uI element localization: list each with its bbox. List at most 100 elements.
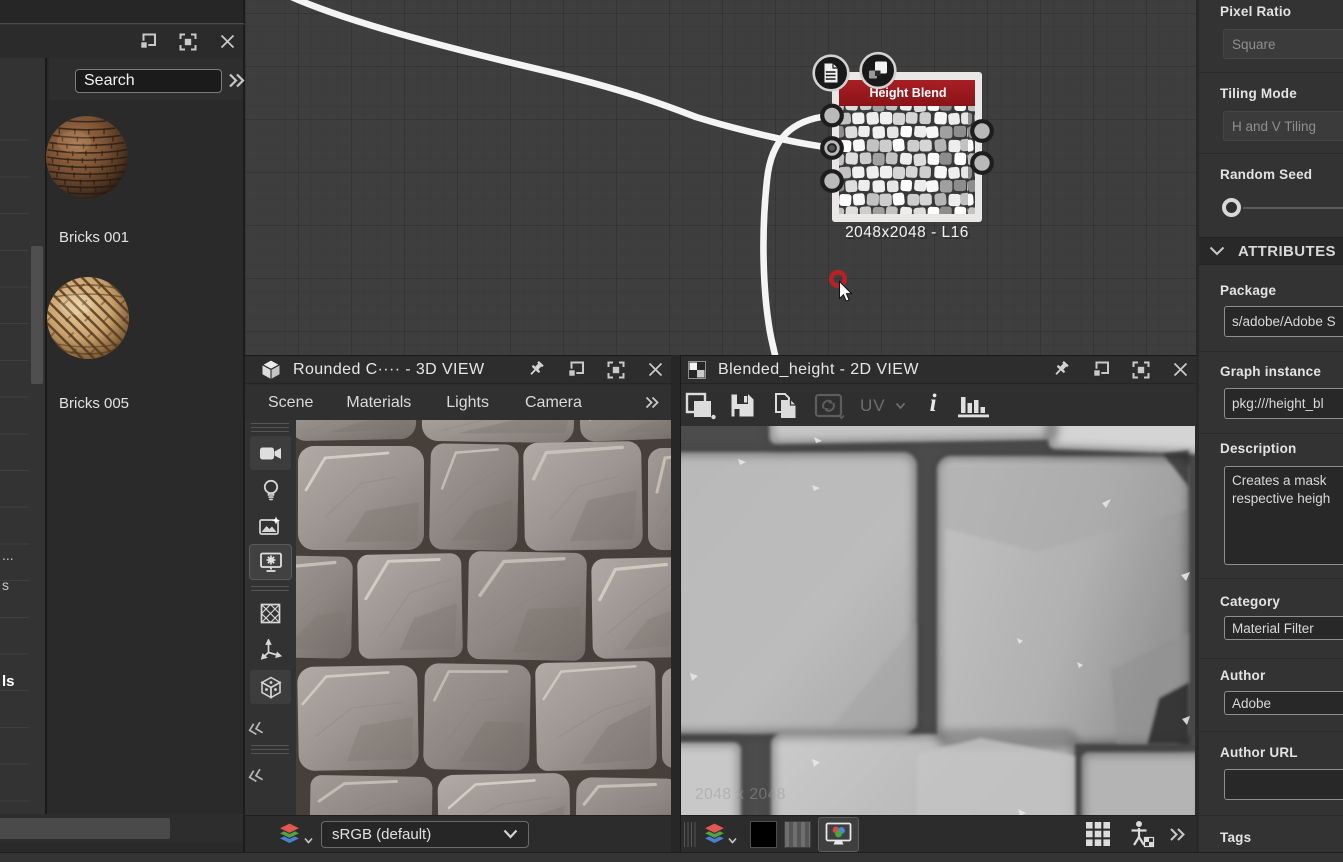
physical-size-button[interactable] [1127, 820, 1155, 848]
slider-track[interactable] [1243, 207, 1343, 209]
view2d-render: 2048 x 2048 [681, 426, 1195, 816]
maximize-icon[interactable] [607, 361, 625, 379]
category-label: Category [1220, 594, 1280, 609]
checker-2d-icon [688, 361, 706, 379]
panel-splitter[interactable] [671, 355, 680, 852]
substance-designer-window: Height Blend 2048x2048 - L16 2048x2048 -… [0, 0, 1343, 862]
environment-tool-button[interactable] [250, 509, 291, 543]
menu-materials[interactable]: Materials [344, 394, 413, 412]
geometry-tool-button[interactable] [250, 670, 291, 704]
layers-icon[interactable] [276, 820, 303, 848]
layers-stack-icon [276, 820, 303, 848]
chevron-down-icon[interactable] [1209, 246, 1225, 256]
display-settings-tool-button[interactable] [250, 545, 291, 579]
copy-button[interactable] [773, 392, 798, 420]
pin-icon[interactable] [1051, 360, 1070, 379]
library-search-row: Search [49, 58, 243, 100]
node-height-blend[interactable]: Height Blend [814, 53, 992, 222]
float-icon[interactable] [1092, 361, 1110, 378]
view3d-menu-more[interactable] [645, 396, 660, 409]
float-icon[interactable] [139, 33, 157, 50]
library-more-chevron[interactable] [228, 73, 246, 88]
tree-item-fragment[interactable]: ls [2, 673, 15, 690]
collapse-chevrons-icon[interactable] [247, 722, 264, 736]
output-connector[interactable] [972, 121, 992, 141]
node-badge-comment[interactable] [814, 56, 849, 91]
view2d-bottombar-more[interactable] [1169, 827, 1186, 842]
graph-instance-input[interactable]: pkg:///height_bl [1224, 388, 1343, 419]
mannequin-icon [1127, 820, 1155, 848]
float-icon[interactable] [567, 361, 585, 378]
tree-item-fragment[interactable]: ... [2, 547, 14, 563]
tiling-mode-select[interactable]: H and V Tiling [1223, 111, 1343, 141]
close-icon[interactable] [1172, 361, 1189, 378]
view3d-viewport[interactable] [296, 420, 671, 815]
wireframe-tool-button[interactable] [250, 596, 291, 630]
author-input[interactable]: Adobe [1224, 691, 1343, 715]
slider-knob[interactable] [1222, 198, 1241, 217]
category-input[interactable]: Material Filter [1224, 616, 1343, 640]
colorspace-dropdown[interactable]: sRGB (default) [321, 821, 529, 848]
search-input[interactable]: Search [75, 69, 222, 93]
collapse-chevrons-icon[interactable] [247, 769, 264, 783]
grid-toggle-button[interactable] [1085, 821, 1111, 847]
uv-mode-button[interactable]: UV [860, 396, 886, 416]
menu-camera[interactable]: Camera [523, 394, 584, 412]
background-color-swatch[interactable] [750, 821, 777, 848]
library-tree-column[interactable]: ... s ls [0, 58, 47, 842]
library-hscrollbar-thumb[interactable] [0, 818, 170, 839]
pin-icon[interactable] [526, 360, 545, 379]
library-item-thumbnail[interactable] [46, 276, 130, 360]
library-item-thumbnail[interactable] [45, 115, 129, 199]
node-thumbnail [839, 106, 975, 214]
display-mode-button[interactable] [818, 817, 859, 852]
view2d-viewport[interactable]: 2048 x 2048 [681, 426, 1195, 816]
input-connector[interactable] [822, 171, 842, 191]
attributes-section-header[interactable]: ATTRIBUTES [1199, 237, 1343, 265]
info-button[interactable]: i [930, 391, 937, 416]
new-view-button[interactable] [685, 392, 717, 420]
menu-lights[interactable]: Lights [444, 394, 491, 412]
library-hscrollbar-track[interactable] [0, 814, 243, 842]
view3d-titlebar[interactable]: Rounded C···· - 3D VIEW [245, 356, 671, 384]
view3d-render [296, 420, 671, 815]
tree-item-fragment[interactable]: s [2, 577, 9, 593]
axis-tool-button[interactable] [250, 633, 291, 667]
library-item-label[interactable]: Bricks 005 [59, 395, 129, 412]
maximize-icon[interactable] [1132, 361, 1150, 379]
camera-tool-button[interactable] [250, 436, 291, 470]
chevron-down-icon[interactable] [895, 402, 906, 410]
chevron-down-icon[interactable] [728, 837, 737, 844]
description-textarea[interactable]: Creates a mask respective heigh [1224, 466, 1343, 565]
cube-icon [261, 359, 281, 380]
close-icon[interactable] [647, 361, 664, 378]
description-line: respective heigh [1232, 490, 1330, 508]
library-item-label[interactable]: Bricks 001 [59, 229, 129, 246]
drag-handle[interactable] [683, 822, 697, 847]
package-input[interactable]: s/adobe/Adobe S [1224, 306, 1343, 337]
library-tree-rows [0, 104, 29, 834]
background-pattern-swatch[interactable] [784, 821, 811, 848]
pixel-ratio-select[interactable]: Square [1223, 29, 1343, 59]
view2d-titlebar[interactable]: Blended_height - 2D VIEW [681, 356, 1196, 384]
close-icon[interactable] [219, 33, 236, 50]
wire-connection[interactable] [273, 0, 833, 148]
node-badge-pattern[interactable] [861, 53, 896, 88]
output-connector[interactable] [972, 153, 992, 173]
light-tool-button[interactable] [250, 473, 291, 507]
transform-button-disabled[interactable] [814, 392, 846, 420]
graph-wires[interactable] [273, 0, 837, 368]
mouse-cursor [840, 282, 852, 302]
save-button[interactable] [729, 392, 756, 419]
maximize-icon[interactable] [179, 33, 197, 51]
chevron-down-icon[interactable] [304, 831, 313, 849]
layers-icon[interactable] [701, 820, 728, 848]
library-titlebar[interactable] [0, 25, 243, 58]
histogram-button[interactable] [957, 392, 992, 419]
menu-scene[interactable]: Scene [266, 394, 315, 412]
graph-instance-label: Graph instance [1220, 364, 1321, 379]
author-url-input[interactable] [1224, 769, 1343, 800]
library-tree-vscrollbar[interactable] [31, 246, 43, 384]
view2d-resolution-overlay: 2048 x 2048 [695, 786, 786, 803]
input-connector[interactable] [822, 106, 842, 126]
